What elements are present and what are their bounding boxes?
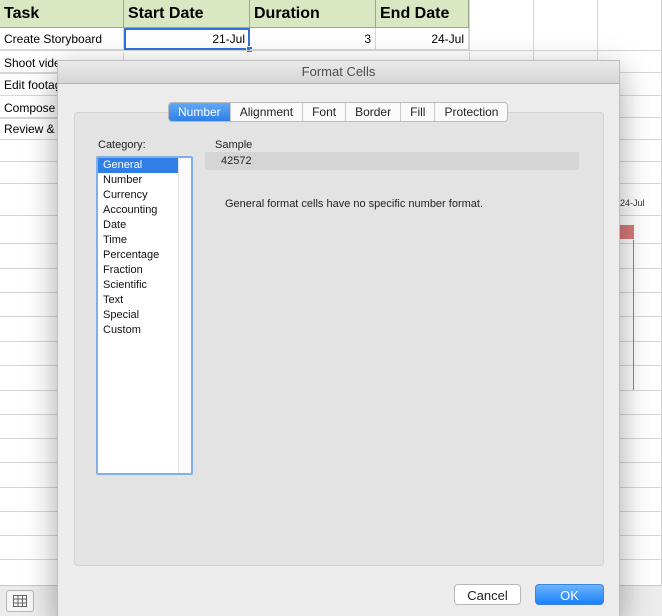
category-item-number[interactable]: Number — [98, 173, 179, 188]
category-item-special[interactable]: Special — [98, 308, 179, 323]
format-description: General format cells have no specific nu… — [225, 198, 484, 210]
header-end-date[interactable]: End Date — [376, 0, 469, 28]
tab-number[interactable]: Number — [169, 103, 231, 121]
category-scrollbar[interactable] — [178, 158, 191, 473]
category-item-general[interactable]: General — [98, 158, 179, 173]
sample-label: Sample — [215, 139, 253, 151]
cell-start-date[interactable]: 21-Jul — [124, 28, 250, 50]
category-item-custom[interactable]: Custom — [98, 323, 179, 338]
cell-duration[interactable]: 3 — [250, 28, 376, 50]
normal-view-button[interactable] — [6, 590, 34, 612]
header-start-date[interactable]: Start Date — [124, 0, 250, 28]
category-item-text[interactable]: Text — [98, 293, 179, 308]
header-task[interactable]: Task — [0, 0, 124, 28]
gantt-date-label: 24-Jul — [620, 198, 645, 208]
tab-protection[interactable]: Protection — [435, 103, 508, 121]
tab-alignment[interactable]: Alignment — [230, 103, 304, 121]
category-item-fraction[interactable]: Fraction — [98, 263, 179, 278]
category-item-scientific[interactable]: Scientific — [98, 278, 179, 293]
tab-bar: Number Alignment Font Border Fill Protec… — [168, 102, 509, 122]
tab-font[interactable]: Font — [303, 103, 347, 121]
format-cells-dialog: Format Cells Number Alignment Font Borde… — [57, 60, 620, 616]
tab-fill[interactable]: Fill — [401, 103, 436, 121]
category-list[interactable]: General Number Currency Accounting Date … — [96, 156, 193, 475]
category-item-date[interactable]: Date — [98, 218, 179, 233]
category-item-percentage[interactable]: Percentage — [98, 248, 179, 263]
grid-view-icon — [13, 595, 27, 607]
cell-end-date[interactable]: 24-Jul — [376, 28, 469, 50]
gantt-bar[interactable] — [618, 225, 634, 239]
category-item-accounting[interactable]: Accounting — [98, 203, 179, 218]
category-item-currency[interactable]: Currency — [98, 188, 179, 203]
header-duration[interactable]: Duration — [250, 0, 376, 28]
dialog-title: Format Cells — [58, 61, 619, 84]
category-label: Category: — [98, 139, 146, 151]
ok-button[interactable]: OK — [535, 584, 604, 605]
category-item-time[interactable]: Time — [98, 233, 179, 248]
cell-task[interactable]: Create Storyboard — [0, 28, 124, 50]
gridline — [0, 50, 662, 51]
tab-border[interactable]: Border — [346, 103, 402, 121]
cancel-button[interactable]: Cancel — [454, 584, 521, 605]
gantt-line — [633, 240, 634, 390]
sample-preview: 42572 — [205, 152, 579, 170]
